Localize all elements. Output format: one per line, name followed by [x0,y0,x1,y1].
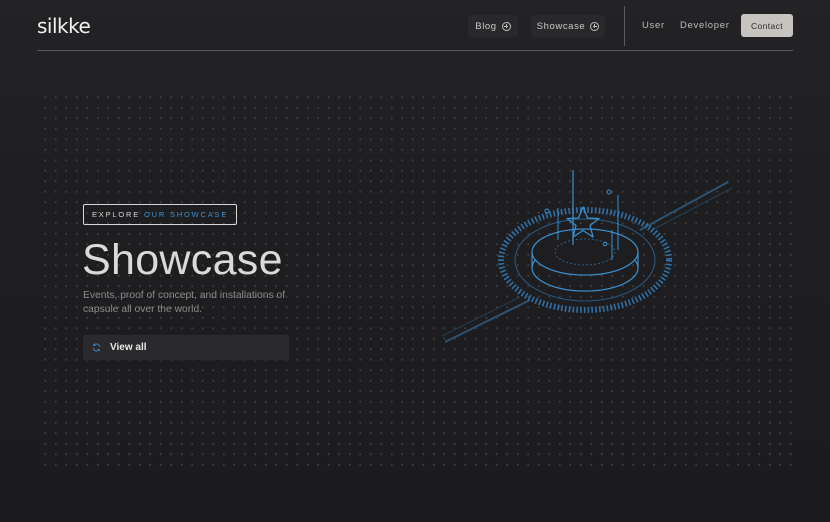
plus-circle-icon [501,21,511,31]
view-all-label: View all [110,342,147,353]
nav-showcase-label: Showcase [536,20,586,32]
page-title: Showcase [82,236,283,284]
diagonal-beam [651,187,733,231]
plus-circle-icon [590,21,600,31]
diagonal-beam [639,181,729,231]
eyebrow-badge: EXPLORE OUR SHOWCASE [83,204,238,225]
contact-button[interactable]: Contact [741,14,793,37]
eyebrow-accent: OUR SHOWCASE [144,210,229,219]
eyebrow-prefix: EXPLORE [92,210,141,219]
diagonal-beam [441,296,521,337]
page: silkke Blog Showcase User Developer Cont… [0,0,830,522]
view-all-button[interactable]: View all [83,335,289,360]
floating-dot [606,189,612,195]
header-divider [37,50,793,51]
isometric-star-stage-icon [441,170,733,343]
nav-developer-link[interactable]: Developer [680,20,730,32]
nav-showcase-button[interactable]: Showcase [531,15,605,37]
nav-blog-button[interactable]: Blog [468,15,518,37]
nav-divider [624,6,625,46]
platform-top [531,228,639,276]
nav-blog-label: Blog [475,20,497,32]
diagonal-beam [444,299,531,343]
logo[interactable]: silkke [37,13,91,39]
hero-description: Events, proof of concept, and installati… [83,290,286,315]
header: silkke Blog Showcase User Developer Cont… [0,0,830,52]
refresh-icon [92,343,101,352]
nav-user-link[interactable]: User [642,20,665,32]
